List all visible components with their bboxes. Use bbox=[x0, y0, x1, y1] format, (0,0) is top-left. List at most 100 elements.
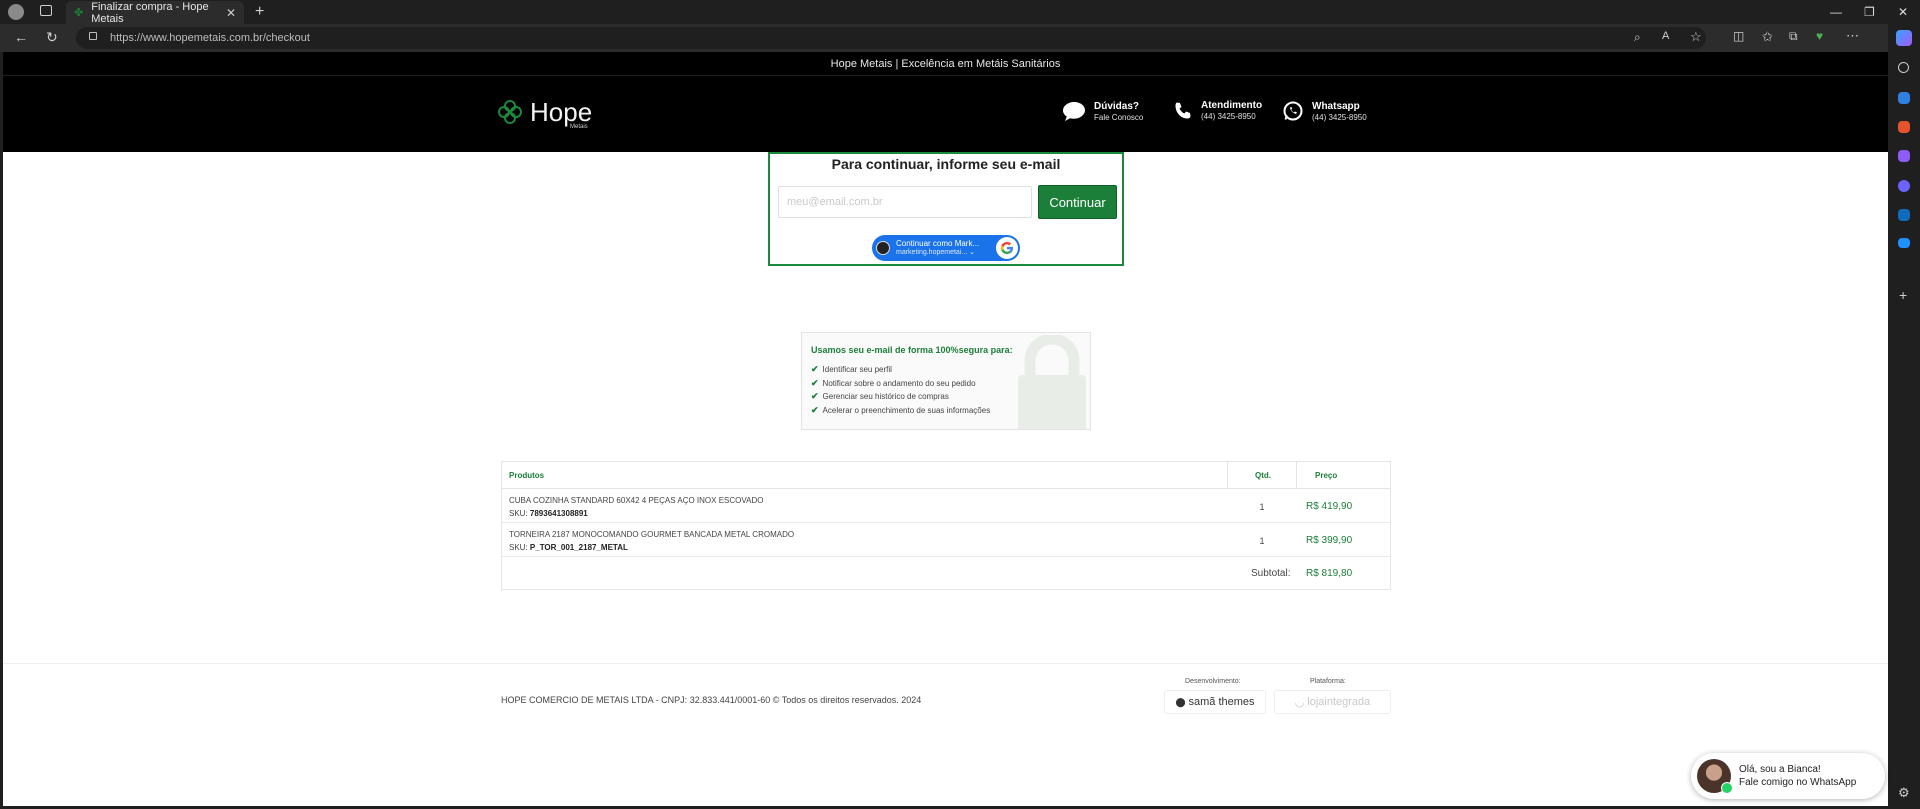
url-field[interactable]: https://www.hopemetais.com.br/checkout bbox=[76, 27, 1706, 49]
whatsapp-chat-widget[interactable]: Olá, sou a Bianca! Fale comigo no WhatsA… bbox=[1691, 753, 1885, 799]
maximize-icon[interactable]: ❐ bbox=[1864, 5, 1875, 19]
column-header-products: Produtos bbox=[509, 471, 545, 480]
google-account-email: marketing.hopemetai... bbox=[896, 249, 968, 256]
security-heading: Usamos seu e-mail de forma 100%segura pa… bbox=[811, 345, 1013, 355]
loja-integrada-link[interactable]: ◡ lojaintegrada bbox=[1274, 690, 1391, 714]
zoom-icon[interactable]: ⌕ bbox=[1634, 31, 1641, 43]
refresh-icon[interactable]: ↻ bbox=[46, 30, 58, 44]
duvidas-title: Dúvidas? bbox=[1094, 100, 1140, 112]
product-name: TORNEIRA 2187 MONOCOMANDO GOURMET BANCAD… bbox=[509, 530, 795, 539]
check-icon: ✔ bbox=[811, 404, 819, 415]
table-row: CUBA COZINHA STANDARD 60X42 4 PEÇAS AÇO … bbox=[502, 489, 1390, 523]
whatsapp-title: Whatsapp bbox=[1312, 100, 1360, 112]
whatsapp-icon bbox=[1283, 101, 1303, 121]
product-price: R$ 419,90 bbox=[1306, 501, 1353, 512]
email-input[interactable] bbox=[778, 186, 1032, 218]
atendimento-title: Atendimento bbox=[1201, 100, 1263, 111]
browser-address-bar: ← ↻ https://www.hopemetais.com.br/checko… bbox=[0, 24, 1920, 52]
table-row: TORNEIRA 2187 MONOCOMANDO GOURMET BANCAD… bbox=[502, 523, 1390, 557]
check-icon: ✔ bbox=[811, 377, 819, 388]
list-item: ✔ Gerenciar seu histórico de compras bbox=[811, 391, 949, 402]
dev-name: samã themes bbox=[1188, 696, 1255, 708]
google-account-avatar bbox=[876, 241, 890, 255]
browser-tab[interactable]: ✤ Finalizar compra - Hope Metais ✕ bbox=[66, 0, 244, 25]
widget-cta: Fale comigo no WhatsApp bbox=[1739, 777, 1857, 788]
platform-name: lojaintegrada bbox=[1307, 696, 1371, 708]
logo-wordmark: Hope bbox=[530, 97, 593, 127]
games-icon[interactable] bbox=[1898, 150, 1910, 162]
tab-actions-icon[interactable] bbox=[40, 5, 52, 16]
tab-title: Finalizar compra - Hope Metais bbox=[91, 0, 209, 25]
profile-icon[interactable] bbox=[8, 4, 24, 20]
back-icon[interactable]: ← bbox=[14, 30, 28, 44]
phone-icon bbox=[1175, 102, 1191, 118]
collections-icon[interactable]: ⧉ bbox=[1789, 30, 1798, 42]
browser-sidebar: + ⚙ bbox=[1888, 24, 1920, 809]
site-logo[interactable]: Hope Metais bbox=[496, 97, 593, 130]
whatsapp-phone: (44) 3425-8950 bbox=[1312, 112, 1367, 122]
dev-label: Desenvolvimento: bbox=[1185, 678, 1241, 685]
header-atendimento[interactable]: Atendimento (44) 3425-8950 bbox=[1173, 100, 1262, 121]
cart-table: Produtos Qtd. Preço CUBA COZINHA STANDAR… bbox=[501, 461, 1391, 590]
close-window-icon[interactable]: ✕ bbox=[1898, 5, 1908, 19]
duvidas-subtitle: Fale Conosco bbox=[1094, 112, 1144, 122]
read-aloud-icon[interactable]: A bbox=[1662, 31, 1669, 42]
list-item: ✔ Acelerar o preenchimento de suas inform… bbox=[811, 404, 991, 415]
google-logo-icon bbox=[996, 237, 1018, 259]
google-continue-text: Continuar como Mark... bbox=[896, 239, 980, 248]
outlook-icon[interactable] bbox=[1898, 209, 1910, 221]
email-form: Para continuar, informe seu e-mail Conti… bbox=[768, 152, 1124, 266]
add-sidebar-icon[interactable]: + bbox=[1899, 288, 1907, 302]
clover-logo-icon bbox=[498, 100, 522, 124]
atendimento-phone: (44) 3425-8950 bbox=[1201, 112, 1256, 121]
favorite-star-icon[interactable]: ☆ bbox=[1690, 30, 1702, 43]
product-sku: SKU: 7893641308891 bbox=[509, 509, 588, 518]
table-header: Produtos Qtd. Preço bbox=[502, 462, 1390, 489]
shopping-icon[interactable] bbox=[1898, 92, 1910, 104]
announcement-bar: Hope Metais | Excelência em Metáis Sanit… bbox=[3, 52, 1888, 76]
m365-icon[interactable] bbox=[1898, 180, 1910, 192]
security-info-box: Usamos seu e-mail de forma 100%segura pa… bbox=[801, 332, 1091, 430]
column-header-qty: Qtd. bbox=[1255, 471, 1271, 480]
google-signin-button[interactable]: Continuar como Mark... marketing.hopemet… bbox=[872, 235, 1020, 261]
check-icon: ✔ bbox=[811, 391, 819, 402]
url-text: https://www.hopemetais.com.br/checkout bbox=[110, 32, 310, 44]
chat-bubble-icon bbox=[1063, 102, 1085, 121]
product-qty: 1 bbox=[1259, 536, 1265, 546]
list-item: ✔ Notificar sobre o andamento do seu pedi… bbox=[811, 377, 976, 388]
extension-icon[interactable]: ♥ bbox=[1816, 30, 1823, 42]
email-form-heading: Para continuar, informe seu e-mail bbox=[831, 156, 1061, 172]
product-qty: 1 bbox=[1259, 502, 1265, 512]
header-whatsapp[interactable]: Whatsapp (44) 3425-8950 bbox=[1282, 100, 1367, 122]
favorites-icon[interactable]: ✩ bbox=[1762, 30, 1773, 43]
widget-greeting: Olá, sou a Bianca! bbox=[1739, 764, 1821, 775]
new-tab-icon[interactable]: + bbox=[255, 4, 264, 20]
product-sku: SKU: P_TOR_001_2187_METAL bbox=[509, 543, 628, 552]
sama-themes-link[interactable]: ⬤ samã themes bbox=[1164, 690, 1266, 714]
subtotal-label: Subtotal: bbox=[1251, 568, 1291, 579]
minimize-icon[interactable]: — bbox=[1830, 5, 1842, 19]
sidebar-settings-icon[interactable]: ⚙ bbox=[1898, 786, 1910, 799]
footer-divider bbox=[3, 663, 1888, 664]
platform-label: Plataforma: bbox=[1310, 678, 1346, 685]
whatsapp-badge-icon bbox=[1721, 782, 1733, 794]
site-header: Hope Metais Dúvidas? Fale Conosco Atendi… bbox=[3, 76, 1888, 152]
column-header-price: Preço bbox=[1315, 471, 1338, 480]
search-icon[interactable] bbox=[1898, 62, 1909, 73]
close-tab-icon[interactable]: ✕ bbox=[226, 6, 236, 20]
subtotal-value: R$ 819,80 bbox=[1306, 568, 1353, 579]
copilot-icon[interactable] bbox=[1896, 30, 1912, 46]
header-duvidas[interactable]: Dúvidas? Fale Conosco bbox=[1062, 100, 1143, 122]
chevron-down-icon: ⌄ bbox=[969, 249, 976, 256]
pin-icon: ⬤ bbox=[1175, 696, 1186, 707]
loja-integrada-logo-icon: ◡ bbox=[1294, 696, 1305, 709]
check-icon: ✔ bbox=[811, 364, 819, 375]
send-icon[interactable] bbox=[1898, 238, 1910, 248]
column-divider bbox=[1227, 462, 1228, 489]
more-menu-icon[interactable]: ⋯ bbox=[1846, 29, 1859, 42]
continue-button[interactable]: Continuar bbox=[1038, 185, 1117, 219]
column-divider bbox=[1296, 462, 1297, 489]
tools-icon[interactable] bbox=[1898, 121, 1910, 133]
lock-icon bbox=[89, 32, 97, 40]
split-screen-icon[interactable]: ◫ bbox=[1733, 30, 1744, 42]
